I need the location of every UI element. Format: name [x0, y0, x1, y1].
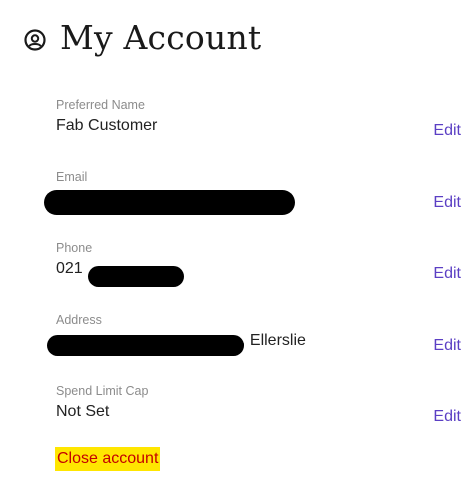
edit-address-link[interactable]: Edit — [433, 337, 461, 355]
close-account-link[interactable]: Close account — [55, 447, 161, 471]
field-label: Email — [56, 170, 88, 184]
edit-email-link[interactable]: Edit — [433, 194, 461, 212]
field-email: Email Edit — [44, 170, 461, 230]
field-value: Not Set — [56, 403, 110, 420]
field-value: Fab Customer — [56, 117, 158, 134]
field-value: , Ellerslie — [241, 332, 306, 349]
field-label: Phone — [56, 241, 93, 255]
edit-preferred-name-link[interactable]: Edit — [433, 122, 461, 140]
phone-redaction — [88, 266, 184, 287]
field-label: Address — [56, 313, 102, 327]
edit-spend-limit-link[interactable]: Edit — [433, 408, 461, 426]
edit-phone-link[interactable]: Edit — [433, 265, 461, 283]
account-circle-icon — [24, 28, 46, 51]
field-phone: Phone 021 Edit — [56, 241, 461, 301]
address-redaction — [47, 335, 244, 356]
field-spend-limit-cap: Spend Limit Cap Not Set Edit — [56, 384, 461, 444]
page-title: My Account — [60, 18, 262, 57]
field-value: 021 — [56, 260, 83, 277]
field-label: Spend Limit Cap — [56, 384, 149, 398]
field-address: Address , Ellerslie Edit — [47, 313, 461, 373]
page-header: My Account — [24, 18, 261, 57]
field-label: Preferred Name — [56, 98, 145, 112]
email-redaction — [44, 190, 295, 215]
field-preferred-name: Preferred Name Fab Customer Edit — [56, 98, 461, 158]
